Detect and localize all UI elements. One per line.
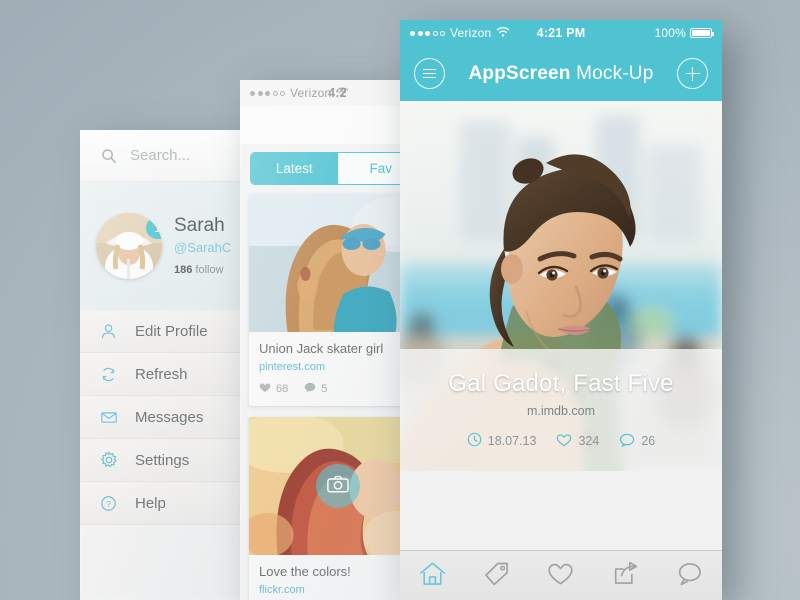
segmented-control[interactable]: Latest Fav [250,152,425,185]
hero-date: 18.07.13 [467,432,537,450]
main-signal: Verizon [410,26,510,40]
gear-icon [98,451,119,469]
hero-meta: 18.07.13 324 26 [467,432,655,450]
comments-count: 5 [321,383,328,395]
followers-number: 186 [174,264,193,277]
tab-share-icon[interactable] [612,561,639,591]
comment-icon [619,433,635,450]
menu-label: Edit Profile [135,322,208,340]
heart-icon [259,382,271,396]
main-status-bar: Verizon 4:21 PM 100% [400,20,722,46]
hero-photo[interactable]: Gal Gadot, Fast Five m.imdb.com 18.07.13… [400,101,722,471]
hero-source[interactable]: m.imdb.com [527,404,595,418]
avatar[interactable]: 10 [96,213,162,279]
plus-icon[interactable] [677,58,708,89]
camera-icon [326,475,349,498]
hero-info-panel: Gal Gadot, Fast Five m.imdb.com 18.07.13… [400,349,722,471]
hero-comments-value: 26 [641,434,656,448]
feed-signal: Verizon [250,86,349,100]
card-title: Love the colors! [259,564,351,579]
comment-icon [304,382,316,396]
card-title: Union Jack skater girl [259,341,384,356]
signal-dots-icon [250,90,285,96]
hero-title: Gal Gadot, Fast Five [448,370,674,397]
wifi-icon [496,26,510,40]
tab-bar [400,550,722,600]
hero-date-value: 18.07.13 [487,434,537,448]
envelope-icon [98,408,119,426]
page-title-bold: AppScreen [468,62,571,84]
hamburger-icon[interactable] [414,58,445,89]
profile-text: Sarah @SarahC 186 follow [174,214,232,277]
hero-likes[interactable]: 324 [556,433,599,450]
followers-label: follow [195,264,224,277]
battery-icon [690,28,714,38]
clock-icon [467,432,482,450]
heart-icon [556,433,572,450]
refresh-icon [98,366,119,383]
card-comments[interactable]: 5 [304,382,327,396]
likes-count: 68 [276,383,289,395]
search-input[interactable]: Search... [130,147,190,164]
tab-home-icon[interactable] [419,561,446,591]
battery-percent: 100% [654,26,686,40]
carrier-label: Verizon [290,86,332,100]
menu-label: Messages [135,408,204,426]
card-source[interactable]: flickr.com [259,584,416,596]
tab-heart-icon[interactable] [547,561,574,591]
tab-comment-icon[interactable] [676,561,703,591]
page-title-light: Mock-Up [570,62,654,84]
menu-label: Help [135,494,166,512]
carrier-label: Verizon [450,26,492,40]
profile-name: Sarah [174,214,225,236]
camera-button[interactable] [315,464,360,508]
segment-latest[interactable]: Latest [251,153,338,184]
followers-count: 186 follow [174,264,231,276]
help-icon: ? [98,495,119,512]
card-likes[interactable]: 68 [259,382,288,396]
profile-handle: @SarahC [174,240,232,256]
notification-badge: 10 [146,217,162,239]
main-navbar: AppScreen Mock-Up [400,46,722,101]
svg-text:?: ? [106,498,111,508]
card-source[interactable]: pinterest.com [259,361,416,373]
phone-main-screen: Verizon 4:21 PM 100% AppScreen Mock-Up G… [400,20,722,600]
page-title: AppScreen Mock-Up [469,63,654,85]
search-icon [98,148,119,164]
mockup-stage: Search... 1 Sarah @SarahC 186 follow Edi… [0,0,800,600]
card-stats: 68 5 [259,382,416,396]
hero-likes-value: 324 [578,434,600,448]
tab-tag-icon[interactable] [483,561,510,591]
menu-label: Settings [135,451,190,469]
person-icon [98,323,119,340]
wifi-icon [336,86,349,100]
signal-dots-icon [410,30,445,36]
menu-label: Refresh [135,365,188,383]
battery-area: 100% [654,26,714,40]
hero-comments[interactable]: 26 [619,433,655,450]
